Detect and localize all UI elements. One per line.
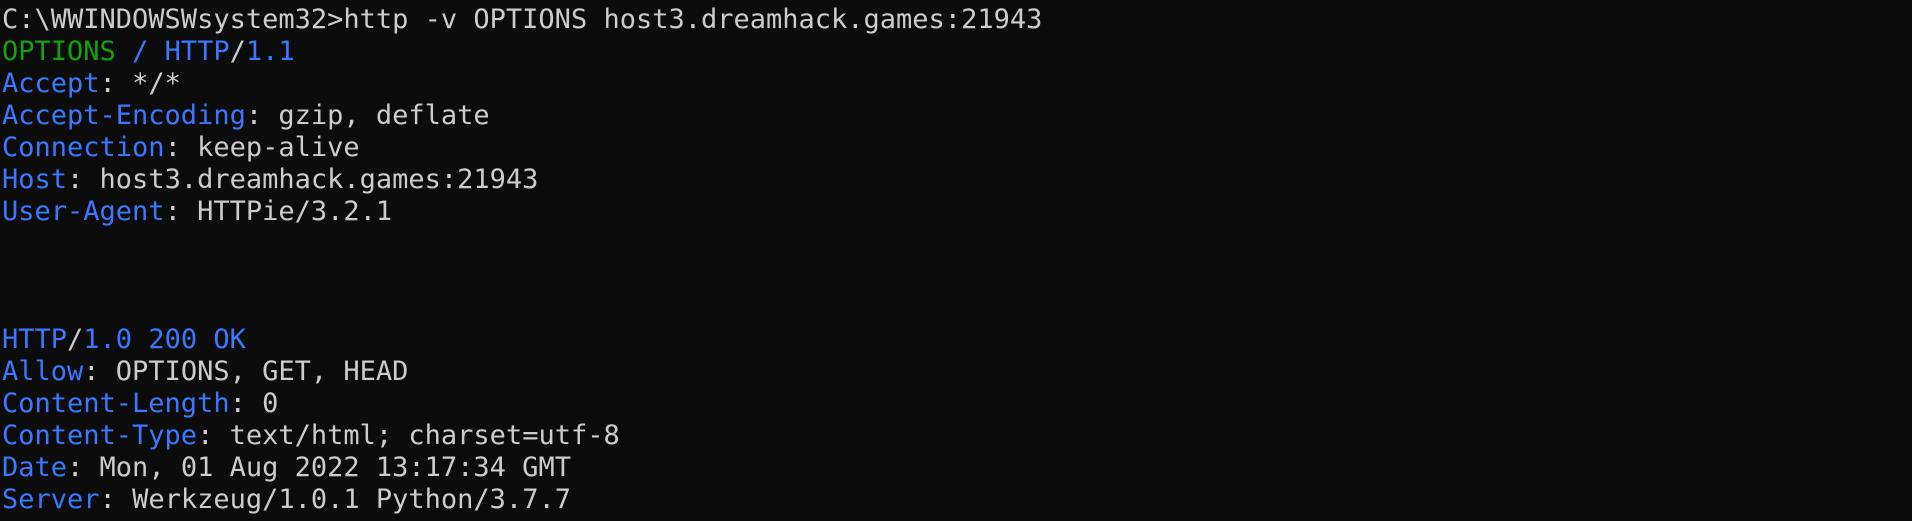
terminal-window[interactable]: C:\WWINDOWSWsystem32>http -v OPTIONS hos… — [0, 0, 1912, 521]
header-name: Server — [2, 484, 100, 515]
request-header-line: Accept-Encoding: gzip, deflate — [2, 100, 490, 131]
header-value: HTTPie/3.2.1 — [197, 196, 393, 227]
request-header-line: Host: host3.dreamhack.games:21943 — [2, 164, 539, 195]
request-line: OPTIONS / HTTP/1.1 — [2, 36, 1912, 68]
header-value: keep-alive — [197, 132, 360, 163]
response-protocol-slash: / — [67, 324, 84, 355]
request-path: / — [132, 36, 149, 67]
header-name: Host — [2, 164, 68, 195]
response-version: 1.0 — [83, 324, 133, 355]
response-header-line: Content-Length: 0 — [2, 388, 279, 419]
header-name: Content-Length — [2, 388, 230, 419]
response-header-line: Allow: OPTIONS, GET, HEAD — [2, 356, 409, 387]
header-value: gzip, deflate — [278, 100, 490, 131]
header-value: */* — [132, 68, 181, 99]
request-version: 1.1 — [245, 36, 295, 67]
header-name: Accept-Encoding — [2, 100, 246, 131]
request-protocol: HTTP — [164, 36, 230, 67]
header-value: host3.dreamhack.games:21943 — [99, 164, 539, 195]
header-name: Date — [2, 452, 68, 483]
response-status-text: OK — [213, 324, 246, 355]
header-value: 0 — [262, 388, 279, 419]
header-value: Mon, 01 Aug 2022 13:17:34 GMT — [99, 452, 571, 483]
header-value: OPTIONS, GET, HEAD — [115, 356, 409, 387]
header-name: Accept — [2, 68, 100, 99]
header-value: text/html; charset=utf-8 — [229, 420, 620, 451]
request-protocol-slash: / — [229, 36, 246, 67]
header-name: User-Agent — [2, 196, 165, 227]
status-line: HTTP/1.0 200 OK — [2, 324, 1912, 356]
request-header-line: Accept: */* — [2, 68, 181, 99]
response-status-code: 200 — [148, 324, 198, 355]
request-method: OPTIONS — [2, 36, 116, 67]
response-header-line: Content-Type: text/html; charset=utf-8 — [2, 420, 620, 451]
response-header-line: Date: Mon, 01 Aug 2022 13:17:34 GMT — [2, 452, 571, 483]
request-header-line: User-Agent: HTTPie/3.2.1 — [2, 196, 393, 227]
header-name: Connection — [2, 132, 165, 163]
response-header-line: Server: Werkzeug/1.0.1 Python/3.7.7 — [2, 484, 571, 515]
command-line: C:\WWINDOWSWsystem32>http -v OPTIONS hos… — [2, 4, 1912, 36]
header-value: Werkzeug/1.0.1 Python/3.7.7 — [132, 484, 571, 515]
header-name: Allow — [2, 356, 84, 387]
response-protocol: HTTP — [2, 324, 68, 355]
command-text: C:\WWINDOWSWsystem32>http -v OPTIONS hos… — [2, 4, 1043, 35]
header-name: Content-Type — [2, 420, 198, 451]
request-header-line: Connection: keep-alive — [2, 132, 360, 163]
